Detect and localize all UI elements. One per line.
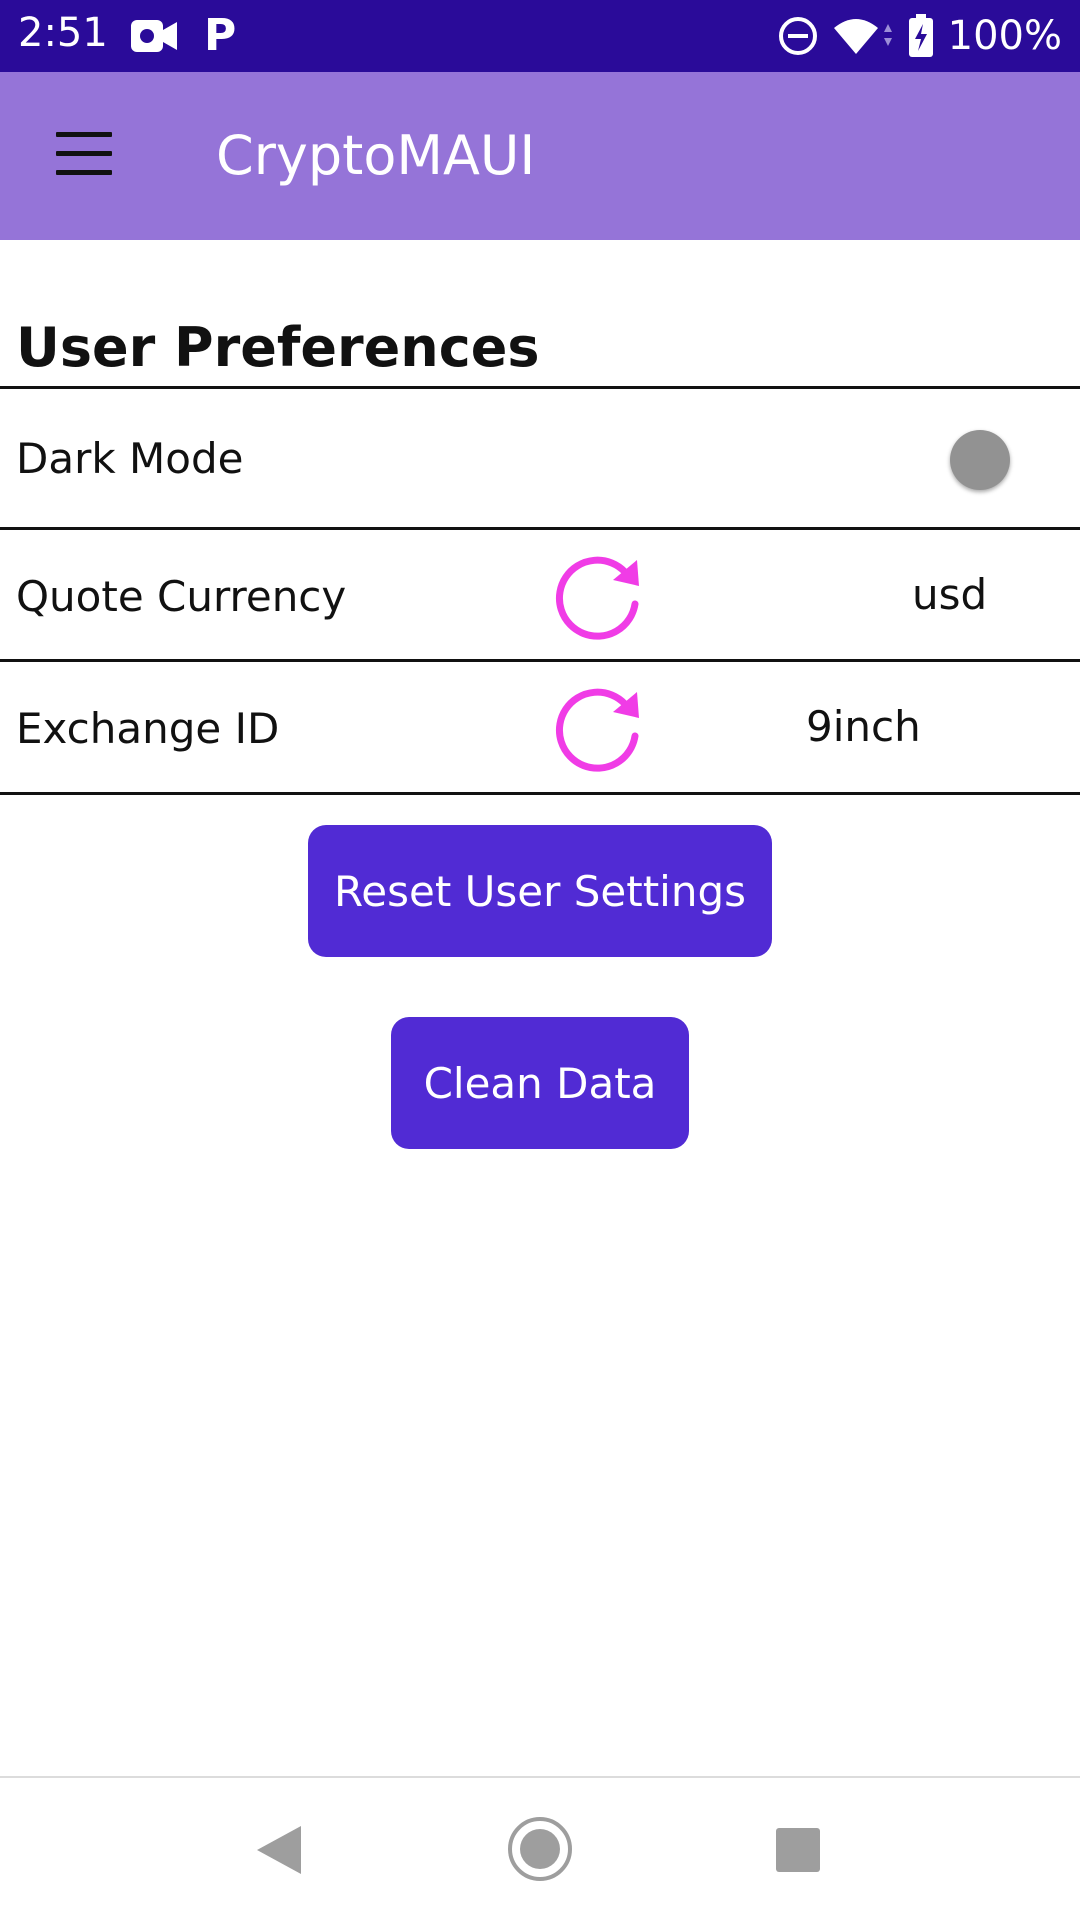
reset-button-label: Reset User Settings [333, 866, 747, 916]
reset-user-settings-button[interactable]: Reset User Settings [308, 825, 772, 957]
section-title: User Preferences [16, 316, 540, 379]
clean-data-button[interactable]: Clean Data [391, 1017, 689, 1149]
back-icon[interactable] [255, 1824, 303, 1876]
system-nav-bar [0, 1776, 1080, 1922]
status-icons: 100% [778, 0, 1062, 72]
clean-button-label: Clean Data [423, 1058, 657, 1108]
dark-mode-toggle[interactable] [950, 430, 1010, 490]
battery-percent: 100% [947, 13, 1062, 59]
quote-currency-label: Quote Currency [16, 572, 347, 621]
status-bar: 2:51 P 100% [0, 0, 1080, 72]
dark-mode-label: Dark Mode [16, 434, 244, 483]
exchange-id-value: 9inch [806, 702, 921, 751]
refresh-icon[interactable] [553, 552, 645, 644]
divider [0, 659, 1080, 662]
divider [0, 527, 1080, 530]
app-title: CryptoMAUI [216, 124, 536, 187]
exchange-id-label: Exchange ID [16, 704, 280, 753]
status-time: 2:51 [18, 10, 108, 56]
divider [0, 386, 1080, 389]
home-icon[interactable] [507, 1816, 573, 1882]
battery-charging-icon [908, 14, 933, 57]
dnd-icon [778, 17, 817, 55]
recents-icon[interactable] [776, 1828, 820, 1872]
hamburger-menu-icon[interactable] [56, 132, 112, 176]
refresh-icon[interactable] [553, 684, 645, 776]
video-camera-icon [131, 20, 177, 52]
divider [0, 792, 1080, 795]
quote-currency-value: usd [912, 570, 988, 619]
p-status-icon: P [204, 10, 237, 61]
app-bar: CryptoMAUI [0, 72, 1080, 240]
wifi-icon [833, 19, 892, 54]
